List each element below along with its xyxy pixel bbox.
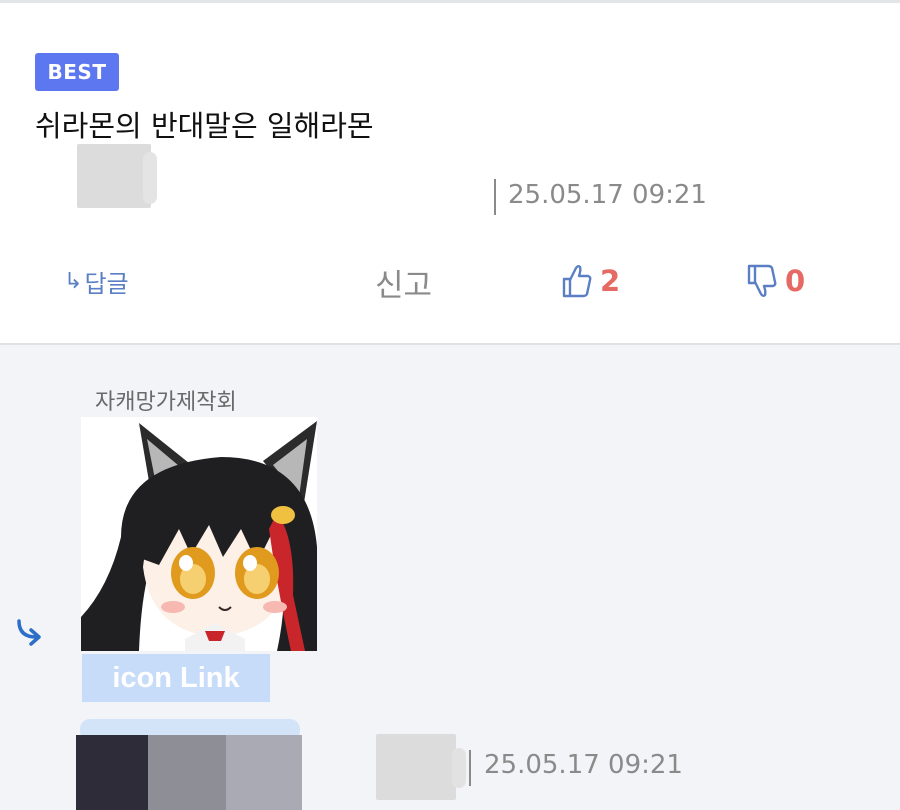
- meta-separator: [494, 179, 496, 215]
- comment-author[interactable]: 자캐망가제작회: [95, 384, 237, 416]
- dislike-count: 0: [785, 264, 806, 298]
- best-badge: BEST: [35, 53, 119, 91]
- icon-link-button[interactable]: icon Link: [82, 654, 270, 702]
- reply-button[interactable]: ↳ 답글: [64, 264, 129, 299]
- blurred-comment-image: [76, 735, 302, 810]
- dislike-button[interactable]: 0: [745, 262, 805, 300]
- post-actions: ↳ 답글 신고 2 0: [0, 258, 900, 308]
- thumbs-up-icon: [562, 265, 592, 298]
- reply-arrow-icon: ↳: [64, 269, 83, 294]
- thumbs-down-icon: [747, 264, 777, 297]
- like-button[interactable]: 2: [560, 262, 620, 300]
- post-title[interactable]: 쉬라몬의 반대말은 일해라몬: [35, 103, 374, 145]
- blurred-commenter-name: [376, 734, 466, 800]
- curved-reply-arrow-icon: [17, 619, 41, 646]
- wolf-girl-avatar-illustration: [81, 417, 317, 651]
- comment-avatar-image[interactable]: [81, 417, 317, 651]
- blurred-author-name: [77, 144, 157, 208]
- post-date: 25.05.17 09:21: [508, 180, 707, 210]
- comment-meta-separator: [469, 750, 471, 786]
- report-button[interactable]: 신고: [375, 260, 432, 305]
- comment: 자캐망가제작회 icon Link 25.05.17 09:21: [0, 345, 900, 810]
- comment-date: 25.05.17 09:21: [484, 750, 683, 780]
- like-count: 2: [600, 264, 621, 298]
- best-post: BEST 쉬라몬의 반대말은 일해라몬 25.05.17 09:21 ↳ 답글 …: [0, 3, 900, 343]
- reply-label: 답글: [84, 270, 129, 298]
